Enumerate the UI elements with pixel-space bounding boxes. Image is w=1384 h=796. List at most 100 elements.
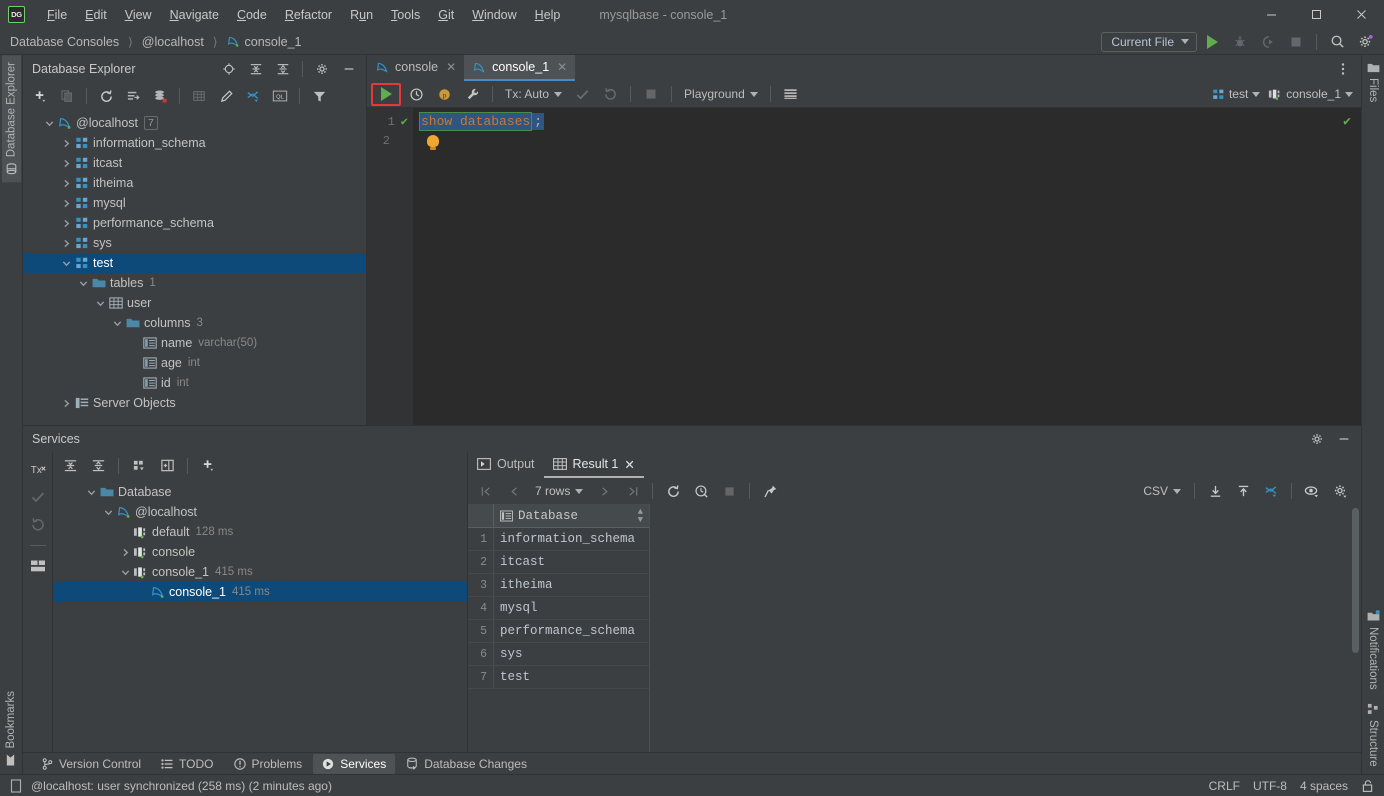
tree-node--localhost[interactable]: @localhost 7 xyxy=(23,113,366,133)
sort-indicator-icon[interactable]: ▲ ▼ xyxy=(638,507,643,524)
search-everywhere-button[interactable] xyxy=(1324,30,1350,54)
tree-node-mysql[interactable]: mysql xyxy=(23,193,366,213)
last-page-button[interactable] xyxy=(619,479,645,503)
sidebar-item-bookmarks[interactable]: Bookmarks xyxy=(2,684,20,774)
jump-to-button[interactable] xyxy=(240,84,266,108)
tool-button-version-control[interactable]: Version Control xyxy=(33,754,150,774)
run-configuration-selector[interactable]: Current File xyxy=(1101,31,1197,52)
indent-indicator[interactable]: 4 spaces xyxy=(1300,779,1348,793)
menu-navigate[interactable]: Navigate xyxy=(161,5,228,25)
tree-expand-arrow-icon[interactable] xyxy=(77,279,90,288)
sidebar-item-notifications[interactable]: Notifications xyxy=(1364,603,1383,697)
refresh-button[interactable] xyxy=(93,84,119,108)
tree-node-server-objects[interactable]: Server Objects xyxy=(23,393,366,413)
services-collapse-all-button[interactable] xyxy=(85,454,111,478)
tree-node-sys[interactable]: sys xyxy=(23,233,366,253)
close-icon[interactable]: ✕ xyxy=(446,60,456,74)
services-layout-button[interactable] xyxy=(25,554,51,578)
export-format-selector[interactable]: CSV xyxy=(1137,484,1187,498)
grid-column-header-database[interactable]: Database ▲ ▼ xyxy=(494,504,649,527)
tab-output[interactable]: Output xyxy=(468,452,544,478)
tree-node-age[interactable]: age int xyxy=(23,353,366,373)
services-add-button[interactable] xyxy=(195,454,221,478)
services-commit-button[interactable] xyxy=(25,485,51,509)
services-expand-all-button[interactable] xyxy=(57,454,83,478)
table-editor-button[interactable] xyxy=(186,84,212,108)
tree-expand-arrow-icon[interactable] xyxy=(119,568,132,577)
tree-node-tables[interactable]: tables 1 xyxy=(23,273,366,293)
first-page-button[interactable] xyxy=(473,479,499,503)
tree-expand-arrow-icon[interactable] xyxy=(111,319,124,328)
table-row[interactable]: 1 information_schema xyxy=(468,528,649,551)
table-row[interactable]: 4 mysql xyxy=(468,597,649,620)
services-settings-button[interactable] xyxy=(1304,427,1330,451)
tree-expand-arrow-icon[interactable] xyxy=(60,259,73,268)
query-console-button[interactable]: QL xyxy=(267,84,293,108)
services-tree-node-console[interactable]: console xyxy=(53,542,467,562)
transpose-button[interactable] xyxy=(1258,479,1284,503)
cell-database[interactable]: itheima xyxy=(494,578,649,592)
encoding-indicator[interactable]: UTF-8 xyxy=(1253,779,1287,793)
menu-help[interactable]: Help xyxy=(526,5,570,25)
tree-node-id[interactable]: id int xyxy=(23,373,366,393)
table-row[interactable]: 6 sys xyxy=(468,643,649,666)
services-tree-node--localhost[interactable]: @localhost xyxy=(53,502,467,522)
tree-expand-arrow-icon[interactable] xyxy=(60,159,73,168)
lock-icon[interactable] xyxy=(1361,779,1374,793)
result-grid-wrapper[interactable]: Database ▲ ▼ 1 information_schema 2 itcast 3 i… xyxy=(468,504,1361,752)
expand-all-button[interactable] xyxy=(243,57,269,81)
query-time-button[interactable] xyxy=(688,479,714,503)
collapse-all-button[interactable] xyxy=(270,57,296,81)
table-row[interactable]: 3 itheima xyxy=(468,574,649,597)
services-group-button[interactable] xyxy=(126,454,152,478)
session-options-button[interactable] xyxy=(459,82,485,106)
tab-console-1[interactable]: console_1 ✕ xyxy=(464,55,576,81)
next-page-button[interactable] xyxy=(591,479,617,503)
tab-result-1[interactable]: Result 1 ✕ xyxy=(543,452,644,478)
tab-console[interactable]: console ✕ xyxy=(367,55,464,81)
tree-expand-arrow-icon[interactable] xyxy=(60,399,73,408)
debug-button[interactable] xyxy=(1227,30,1253,54)
tree-expand-arrow-icon[interactable] xyxy=(94,299,107,308)
schema-chip[interactable]: test xyxy=(1212,87,1261,101)
tree-node-name[interactable]: name varchar(50) xyxy=(23,333,366,353)
tree-expand-arrow-icon[interactable] xyxy=(43,119,56,128)
tool-button-database-changes[interactable]: Database Changes xyxy=(397,754,536,774)
result-scrollbar[interactable] xyxy=(1352,508,1359,653)
cell-database[interactable]: information_schema xyxy=(494,532,649,546)
menu-code[interactable]: Code xyxy=(228,5,276,25)
tx-toggle-button[interactable]: Tx xyxy=(25,457,51,481)
cell-database[interactable]: test xyxy=(494,670,649,684)
tree-expand-arrow-icon[interactable] xyxy=(60,219,73,228)
services-tree-node-database[interactable]: Database xyxy=(53,482,467,502)
sidebar-item-structure[interactable]: Structure xyxy=(1364,696,1382,774)
tool-button-services[interactable]: Services xyxy=(313,753,396,774)
tree-node-information-schema[interactable]: information_schema xyxy=(23,133,366,153)
explorer-settings-button[interactable] xyxy=(309,57,335,81)
minimize-button[interactable] xyxy=(1249,0,1294,29)
services-hide-button[interactable] xyxy=(1331,427,1357,451)
services-new-tab-button[interactable] xyxy=(154,454,180,478)
breadcrumb-item-1[interactable]: @localhost xyxy=(142,35,204,49)
add-datasource-button[interactable] xyxy=(27,84,53,108)
tool-button-todo[interactable]: TODO xyxy=(152,754,222,774)
menu-git[interactable]: Git xyxy=(429,5,463,25)
settings-button[interactable] xyxy=(1352,30,1378,54)
tree-node-user[interactable]: user xyxy=(23,293,366,313)
cell-database[interactable]: performance_schema xyxy=(494,624,649,638)
breadcrumb-item-0[interactable]: Database Consoles xyxy=(10,35,119,49)
editor-options-button[interactable] xyxy=(1330,57,1356,81)
cell-database[interactable]: itcast xyxy=(494,555,649,569)
tree-node-columns[interactable]: columns 3 xyxy=(23,313,366,333)
close-icon[interactable]: ✕ xyxy=(624,457,634,472)
tree-expand-arrow-icon[interactable] xyxy=(60,179,73,188)
sidebar-item-database-explorer[interactable]: Database Explorer xyxy=(1,55,21,183)
cell-database[interactable]: sys xyxy=(494,647,649,661)
tree-expand-arrow-icon[interactable] xyxy=(85,488,98,497)
tree-expand-arrow-icon[interactable] xyxy=(102,508,115,517)
hide-panel-button[interactable] xyxy=(336,57,362,81)
close-icon[interactable]: ✕ xyxy=(557,60,567,74)
output-format-button[interactable] xyxy=(778,82,804,106)
tree-expand-arrow-icon[interactable] xyxy=(119,548,132,557)
line-separator-indicator[interactable]: CRLF xyxy=(1209,779,1240,793)
